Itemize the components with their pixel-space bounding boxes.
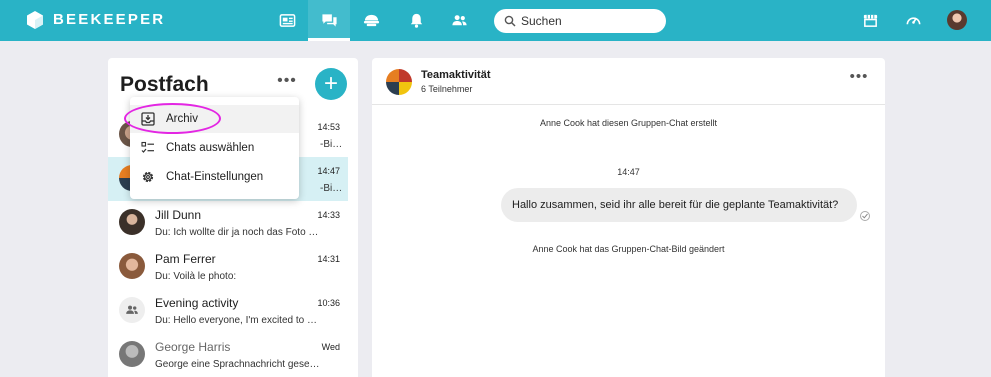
chat-name: Jill Dunn xyxy=(155,208,202,222)
nav-notifications[interactable] xyxy=(395,0,437,41)
bell-icon xyxy=(410,13,422,28)
nav-news[interactable] xyxy=(266,0,308,41)
nav-dashboard[interactable] xyxy=(892,0,934,41)
shop-icon xyxy=(863,14,877,27)
highlight-ring xyxy=(124,103,221,134)
participant-count[interactable]: 6 Teilnehmer xyxy=(421,84,472,95)
system-message: Anne Cook hat das Gruppen-Chat-Bild geän… xyxy=(532,244,725,254)
inbox-title: Postfach xyxy=(120,73,209,96)
menu-item-select-chats[interactable]: Chats auswählen xyxy=(130,134,299,162)
hat-icon xyxy=(363,14,379,27)
read-receipt-icon xyxy=(860,211,870,221)
system-message: Anne Cook hat diesen Gruppen-Chat erstel… xyxy=(539,118,718,128)
nav-chats[interactable] xyxy=(308,0,350,41)
people-icon xyxy=(451,15,467,26)
group-avatar xyxy=(119,297,145,323)
menu-item-label: Chats auswählen xyxy=(166,142,255,154)
search-bar[interactable] xyxy=(494,9,666,33)
nav-people[interactable] xyxy=(438,0,480,41)
message-bubble[interactable]: Hallo zusammen, seid ihr alle bereit für… xyxy=(501,188,857,222)
chat-list-item[interactable]: Pam Ferrer Du: Voilà le photo: 14:31 xyxy=(108,245,348,289)
inbox-more-button[interactable]: ••• xyxy=(276,73,298,94)
gear-icon xyxy=(142,171,154,183)
beekeeper-logo-icon[interactable] xyxy=(25,10,45,30)
chat-name: Evening activity xyxy=(155,296,239,310)
nav-shop[interactable] xyxy=(849,0,891,41)
new-chat-button[interactable]: + xyxy=(315,68,347,100)
speedometer-icon xyxy=(906,17,920,25)
people-icon xyxy=(126,305,138,314)
chat-name: Pam Ferrer xyxy=(155,252,216,266)
chat-time: 14:47 xyxy=(317,166,340,176)
avatar xyxy=(119,341,145,367)
chat-time: 14:31 xyxy=(317,254,340,264)
chat-preview: Du: Hello everyone, I'm excited to a… xyxy=(155,315,320,326)
chat-preview: -Bi… xyxy=(320,139,343,150)
chat-time: Wed xyxy=(321,342,340,352)
top-bar: BEEKEEPER xyxy=(0,0,991,41)
user-avatar[interactable] xyxy=(947,10,967,30)
chat-more-button[interactable]: ••• xyxy=(849,69,869,89)
checklist-icon xyxy=(141,141,154,153)
chat-list-item[interactable]: Evening activity Du: Hello everyone, I'm… xyxy=(108,289,348,333)
chat-preview: Du: Ich wollte dir ja noch das Foto s… xyxy=(155,227,320,238)
chat-list-item[interactable]: Jill Dunn Du: Ich wollte dir ja noch das… xyxy=(108,201,348,245)
chat-time: 14:33 xyxy=(317,210,340,220)
chat-panel: Teamaktivität 6 Teilnehmer ••• Anne Cook… xyxy=(372,58,885,377)
chat-icon xyxy=(321,14,337,27)
brand-name[interactable]: BEEKEEPER xyxy=(53,11,165,29)
search-input[interactable] xyxy=(521,12,657,30)
chat-preview: Du: Voilà le photo: xyxy=(155,271,237,282)
avatar xyxy=(119,253,145,279)
news-icon xyxy=(279,14,295,27)
chat-header: Teamaktivität 6 Teilnehmer ••• xyxy=(372,58,885,105)
nav-learning[interactable] xyxy=(350,0,392,41)
chat-preview: George eine Sprachnachricht gesen… xyxy=(155,359,320,370)
chat-time: 10:36 xyxy=(317,298,340,308)
message-timestamp: 14:47 xyxy=(617,167,640,177)
chat-time: 14:53 xyxy=(317,122,340,132)
avatar xyxy=(119,209,145,235)
group-avatar[interactable] xyxy=(386,69,412,95)
menu-item-chat-settings[interactable]: Chat-Einstellungen xyxy=(130,163,299,191)
menu-item-label: Chat-Einstellungen xyxy=(166,171,264,183)
chat-list-item[interactable]: George Harris George eine Sprachnachrich… xyxy=(108,333,348,377)
chat-title[interactable]: Teamaktivität xyxy=(421,69,491,82)
chat-preview: -Bi… xyxy=(320,183,343,194)
message-text: Hallo zusammen, seid ihr alle bereit für… xyxy=(512,199,839,211)
search-icon xyxy=(504,15,516,27)
chat-name: George Harris xyxy=(155,340,231,354)
